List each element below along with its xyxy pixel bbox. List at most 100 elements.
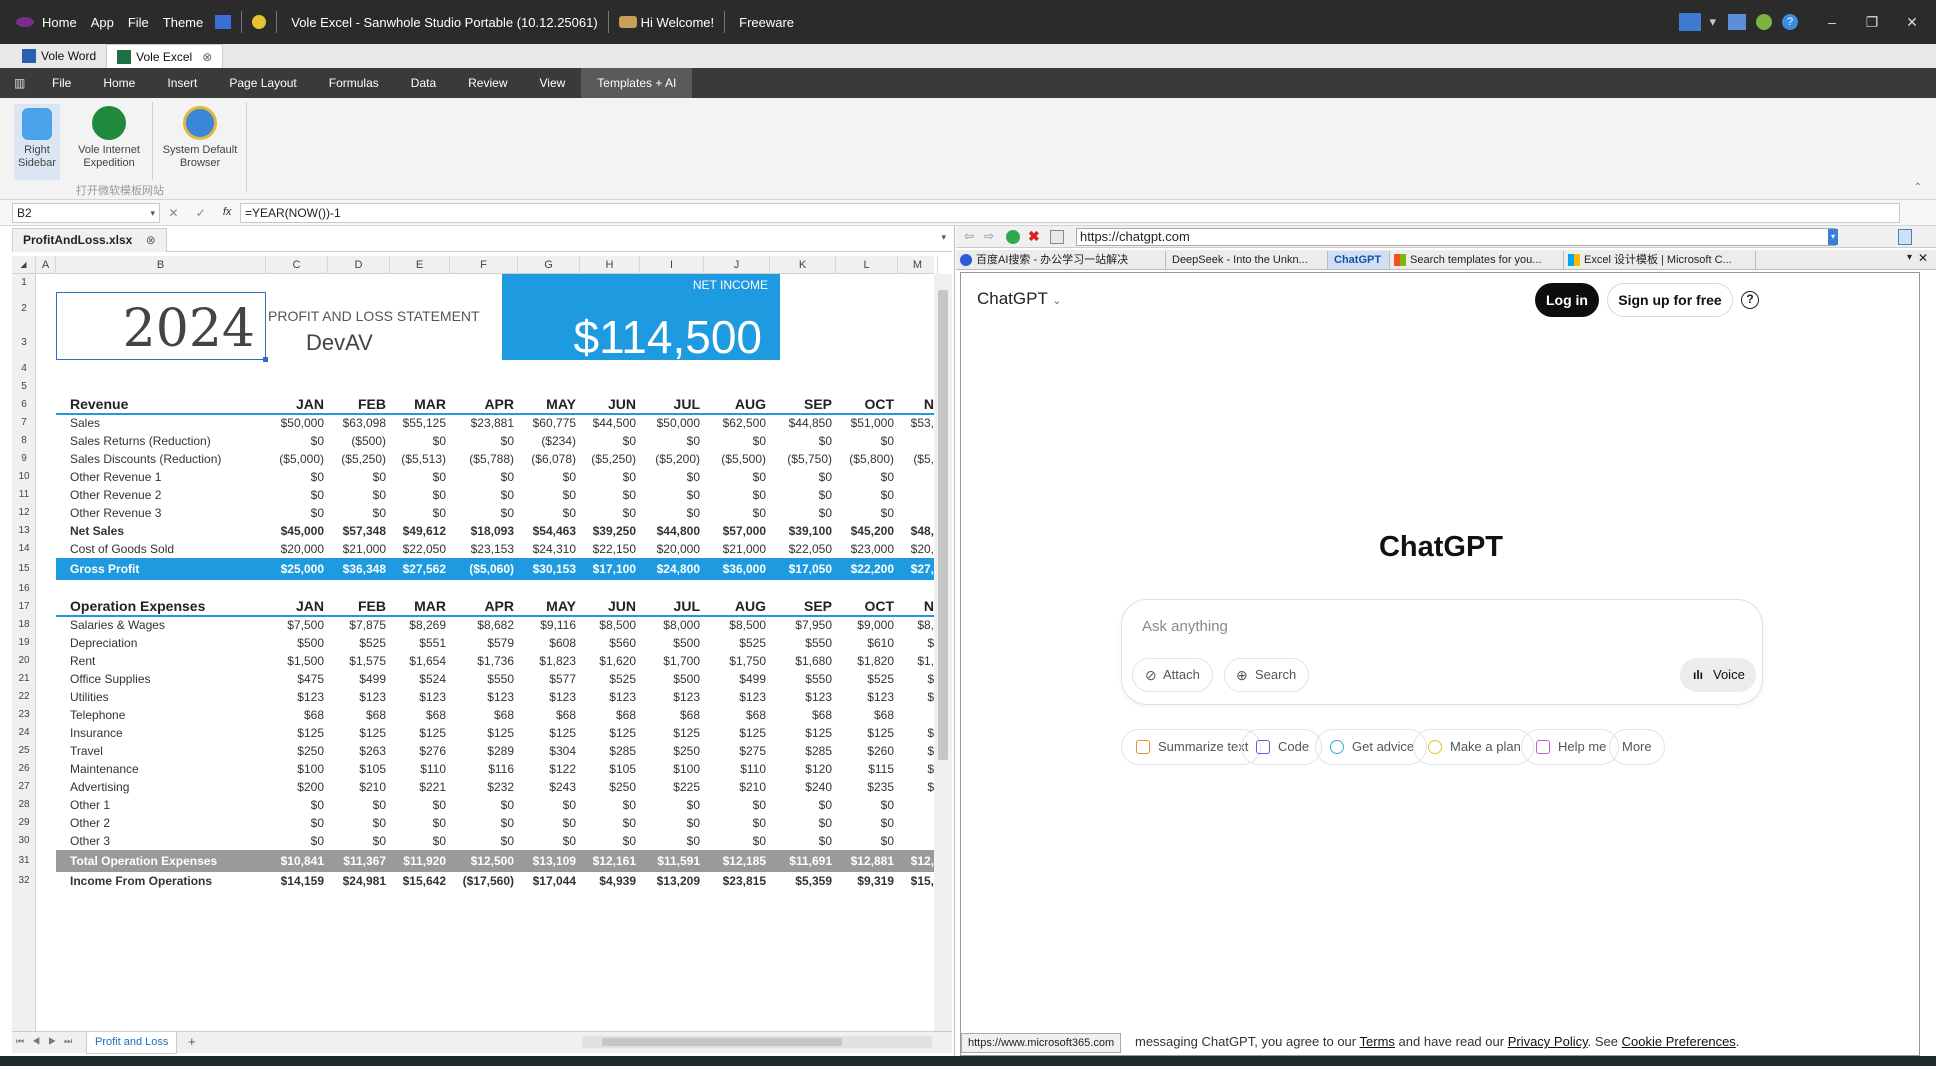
row-header-32[interactable]: 32 (12, 872, 36, 890)
value-cell[interactable]: $122 (549, 762, 576, 776)
value-cell[interactable]: $123 (673, 690, 700, 704)
value-cell[interactable]: $123 (609, 690, 636, 704)
value-cell[interactable]: $0 (311, 488, 324, 502)
row-label[interactable]: Utilities (70, 690, 109, 704)
value-cell[interactable]: $12, (911, 854, 934, 868)
value-cell[interactable]: $12,185 (723, 854, 766, 868)
value-cell[interactable]: $0 (623, 798, 636, 812)
browser-tab-chatgpt[interactable]: ChatGPT (1328, 251, 1390, 269)
right-sidebar-button[interactable]: Right Sidebar (14, 104, 60, 180)
value-cell[interactable]: $0 (753, 488, 766, 502)
row-label[interactable]: Gross Profit (70, 562, 139, 576)
value-cell[interactable]: $22,150 (593, 542, 636, 556)
value-cell[interactable]: $125 (805, 726, 832, 740)
value-cell[interactable]: $0 (687, 834, 700, 848)
column-header-c[interactable]: C (266, 256, 328, 274)
value-cell[interactable]: $560 (609, 636, 636, 650)
value-cell[interactable]: $123 (549, 690, 576, 704)
column-header-k[interactable]: K (770, 256, 836, 274)
login-button[interactable]: Log in (1535, 283, 1599, 317)
value-cell[interactable]: $15,642 (403, 874, 446, 888)
menu-theme[interactable]: Theme (163, 15, 203, 30)
value-cell[interactable]: $232 (487, 780, 514, 794)
url-dropdown-icon[interactable]: ▾ (1828, 229, 1838, 245)
value-cell[interactable]: $0 (501, 506, 514, 520)
value-cell[interactable]: $0 (311, 506, 324, 520)
value-cell[interactable]: $0 (563, 506, 576, 520)
row-header-7[interactable]: 7 (12, 414, 36, 432)
row-label[interactable]: Other 1 (70, 798, 110, 812)
value-cell[interactable]: $0 (373, 816, 386, 830)
value-cell[interactable]: $0 (563, 816, 576, 830)
monitor-icon[interactable] (1728, 14, 1746, 30)
value-cell[interactable]: $7,875 (349, 618, 386, 632)
value-cell[interactable]: $44,500 (593, 416, 636, 430)
row-header-17[interactable]: 17 (12, 598, 36, 616)
menu-app[interactable]: App (91, 15, 114, 30)
value-cell[interactable]: $0 (563, 834, 576, 848)
value-cell[interactable]: $9,000 (857, 618, 894, 632)
value-cell[interactable]: $17,100 (593, 562, 636, 576)
value-cell[interactable]: $0 (373, 506, 386, 520)
value-cell[interactable]: $0 (311, 470, 324, 484)
row-header-2[interactable]: 2 (12, 292, 36, 326)
value-cell[interactable]: $11,591 (657, 854, 700, 868)
row-header-26[interactable]: 26 (12, 760, 36, 778)
value-cell[interactable]: $525 (867, 672, 894, 686)
value-cell[interactable]: $125 (609, 726, 636, 740)
value-cell[interactable]: $0 (433, 816, 446, 830)
value-cell[interactable]: $22,200 (851, 562, 894, 576)
value-cell[interactable]: $499 (739, 672, 766, 686)
column-header-m[interactable]: M (898, 256, 938, 274)
row-header-9[interactable]: 9 (12, 450, 36, 468)
value-cell[interactable]: $0 (687, 488, 700, 502)
row-label[interactable]: Sales (70, 416, 100, 430)
value-cell[interactable]: $ (927, 780, 934, 794)
value-cell[interactable]: $1,700 (663, 654, 700, 668)
value-cell[interactable]: $0 (433, 834, 446, 848)
sheet-tab-profit-loss[interactable]: Profit and Loss (86, 1032, 178, 1054)
menu-file-tab[interactable]: File (36, 68, 87, 98)
check-icon[interactable]: ✓ (196, 206, 206, 220)
row-label[interactable]: Advertising (70, 780, 129, 794)
value-cell[interactable]: ($17,560) (463, 874, 514, 888)
help-icon[interactable]: ? (1741, 291, 1759, 309)
minimize-icon[interactable]: – (1812, 14, 1852, 30)
make-a-plan-button[interactable]: Make a plan (1413, 729, 1534, 765)
value-cell[interactable]: $0 (687, 798, 700, 812)
voice-button[interactable]: ılı Voice (1680, 658, 1756, 692)
value-cell[interactable]: $525 (359, 636, 386, 650)
value-cell[interactable]: $0 (819, 506, 832, 520)
row-header-8[interactable]: 8 (12, 432, 36, 450)
stop-icon[interactable]: ✖ (1028, 228, 1040, 245)
value-cell[interactable]: $23,815 (723, 874, 766, 888)
value-cell[interactable]: $0 (881, 834, 894, 848)
value-cell[interactable]: $ (927, 744, 934, 758)
value-cell[interactable]: $68 (616, 708, 636, 722)
layout-icon[interactable] (1679, 13, 1702, 31)
value-cell[interactable]: $50,000 (281, 416, 324, 430)
value-cell[interactable]: $ (927, 636, 934, 650)
value-cell[interactable]: $18,093 (471, 524, 514, 538)
value-cell[interactable]: $105 (359, 762, 386, 776)
value-cell[interactable]: $0 (881, 488, 894, 502)
value-cell[interactable]: $125 (297, 726, 324, 740)
select-all-corner[interactable]: ◢ (12, 256, 36, 274)
value-cell[interactable]: $304 (549, 744, 576, 758)
value-cell[interactable]: $0 (433, 470, 446, 484)
value-cell[interactable]: $125 (673, 726, 700, 740)
vole-internet-expedition-button[interactable]: Vole Internet Expedition (70, 106, 148, 170)
prompt-input[interactable]: Ask anything (1142, 618, 1228, 635)
value-cell[interactable]: $0 (819, 816, 832, 830)
value-cell[interactable]: $0 (563, 470, 576, 484)
doc-tab-word[interactable]: Vole Word (12, 44, 106, 68)
row-label[interactable]: Office Supplies (70, 672, 151, 686)
column-header-l[interactable]: L (836, 256, 898, 274)
value-cell[interactable]: $110 (740, 762, 766, 776)
value-cell[interactable]: $1,654 (409, 654, 446, 668)
sheet-nav-icons[interactable]: ⏮◀▶⏭ (16, 1036, 80, 1047)
value-cell[interactable]: $500 (673, 636, 700, 650)
value-cell[interactable]: $123 (359, 690, 386, 704)
column-header-e[interactable]: E (390, 256, 450, 274)
value-cell[interactable]: $110 (420, 762, 446, 776)
